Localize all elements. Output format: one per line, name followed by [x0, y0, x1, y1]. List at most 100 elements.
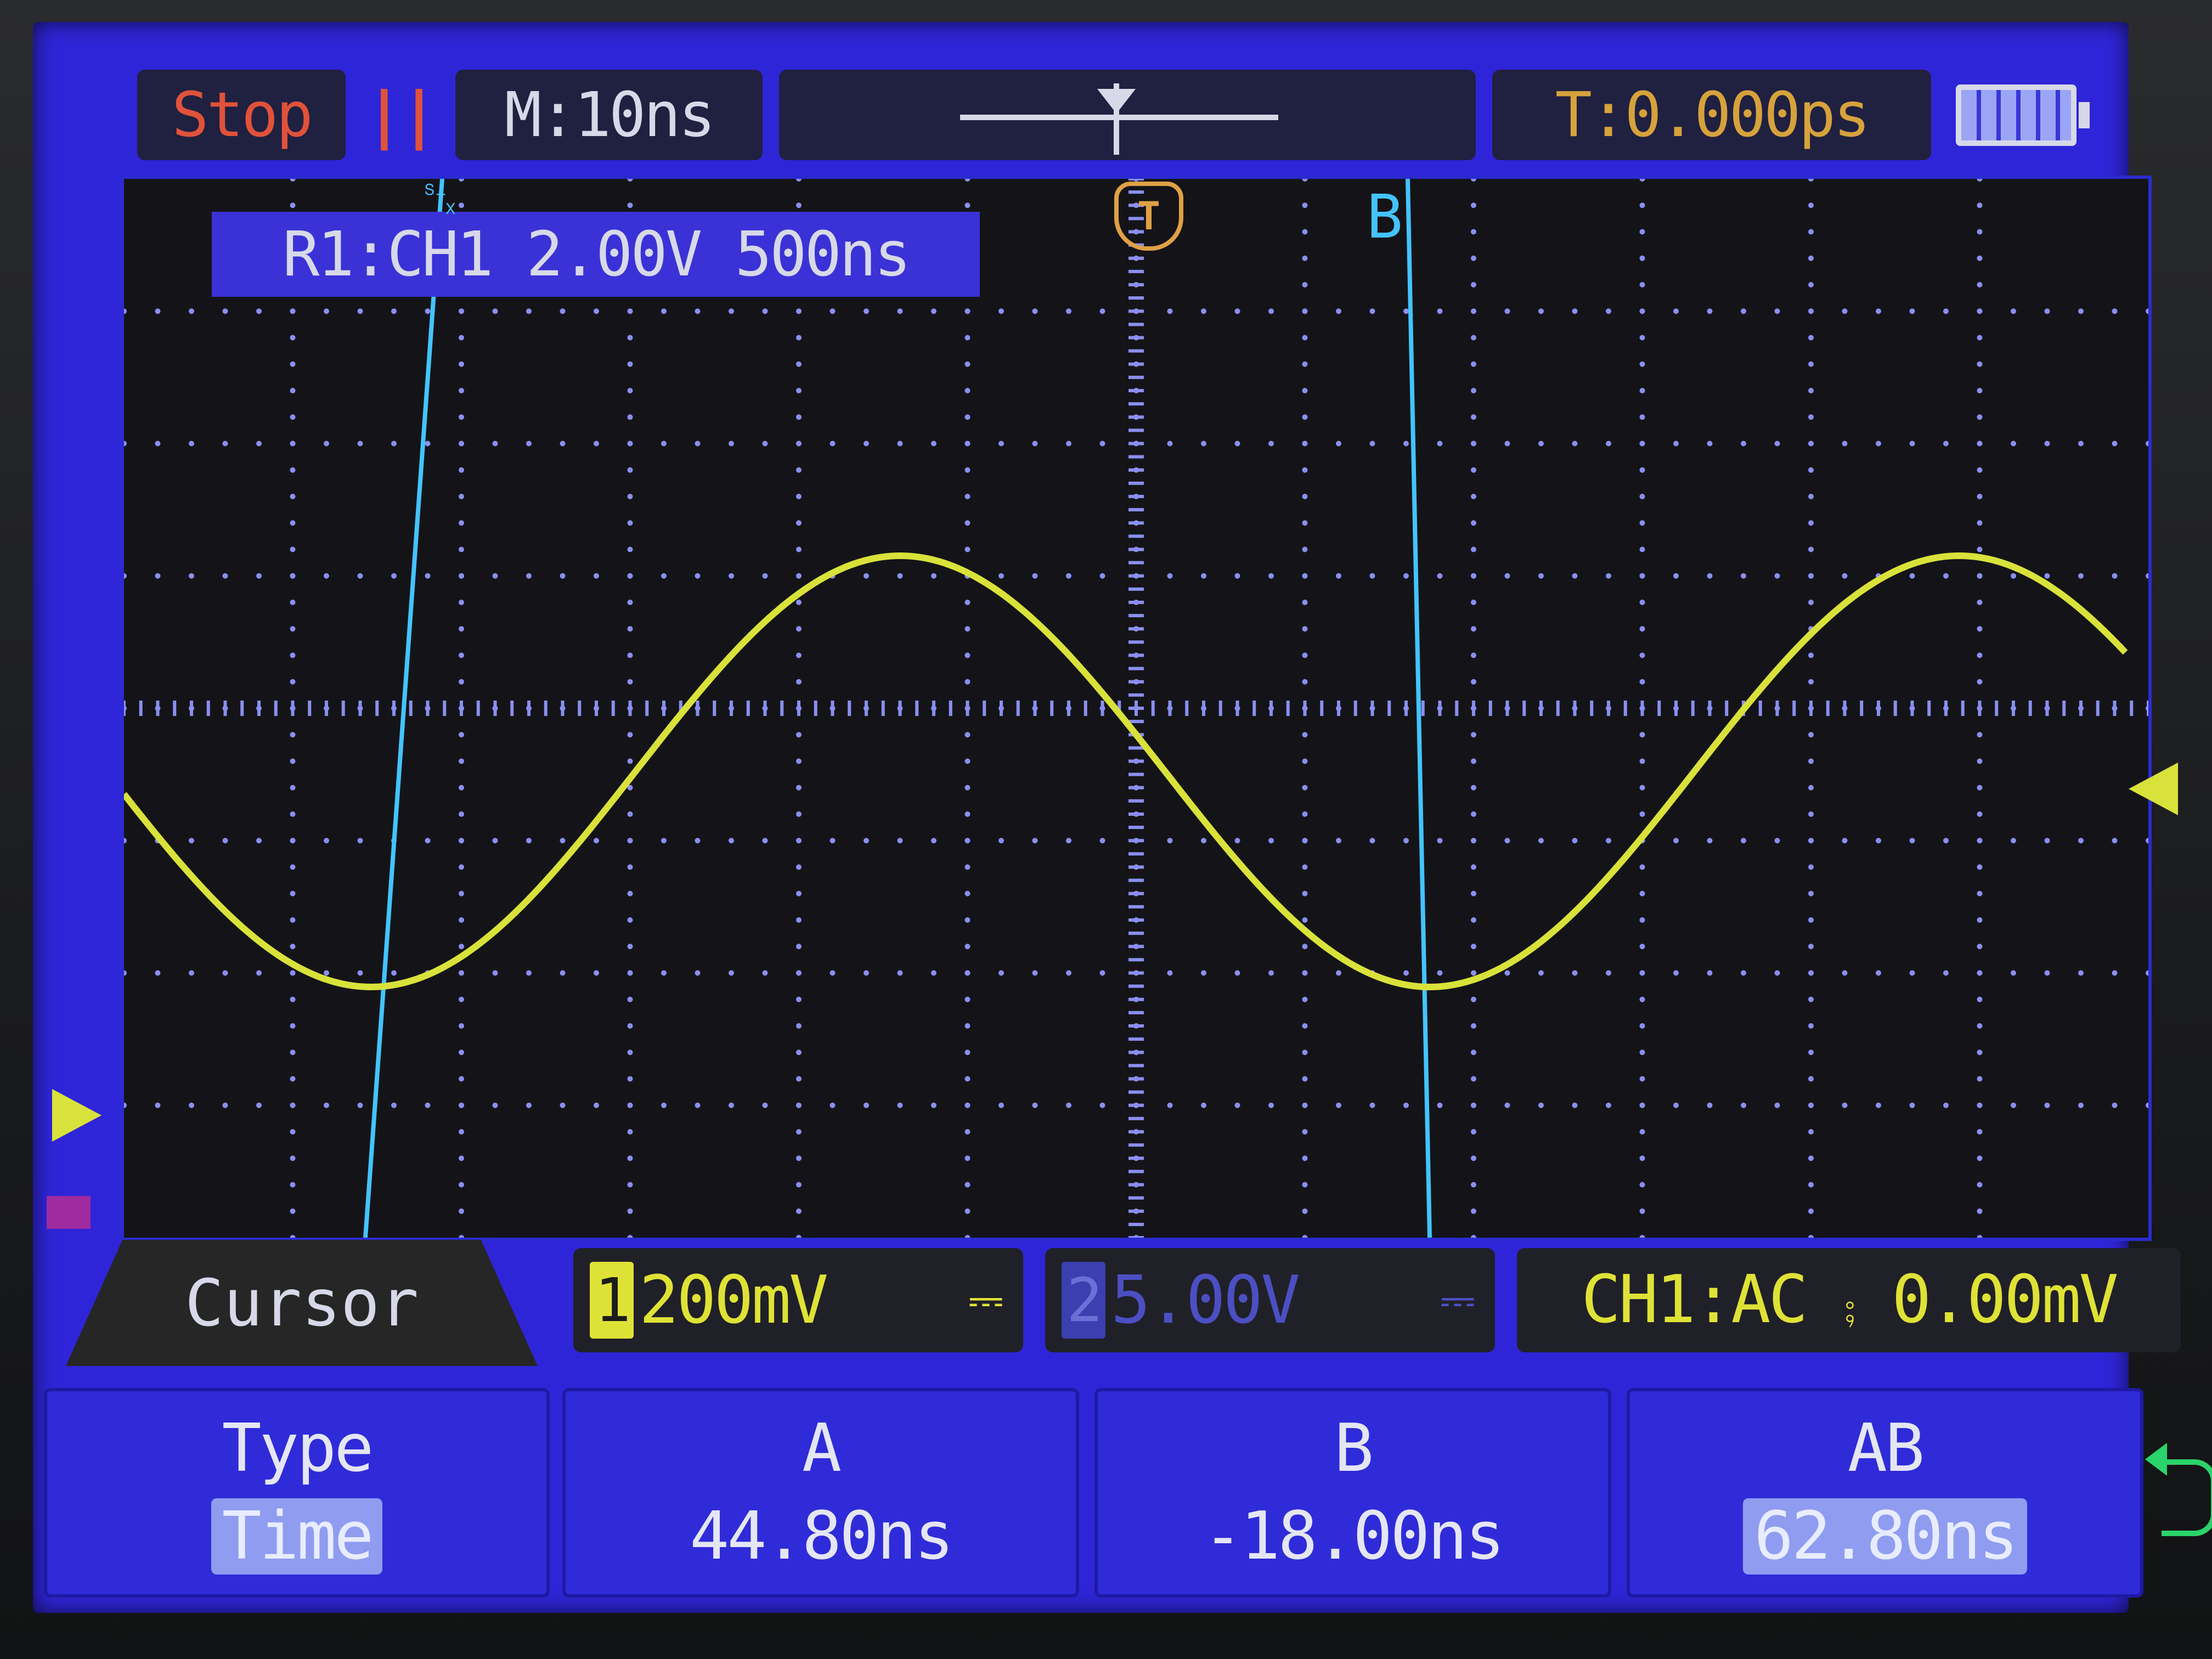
grid-dot — [1977, 1076, 1983, 1082]
timebase-readout[interactable]: M:10ns — [455, 70, 763, 160]
return-icon[interactable] — [2145, 1443, 2212, 1536]
grid-dot — [391, 573, 397, 579]
grid-dot — [897, 1102, 903, 1108]
axis-tick — [1387, 701, 1391, 716]
axis-tick — [1303, 701, 1307, 716]
grid-dot — [1808, 494, 1814, 499]
softkey-cursor-b[interactable]: B -18.00ns — [1094, 1388, 1611, 1598]
axis-tick — [1438, 701, 1442, 716]
grid-dot — [1201, 308, 1206, 314]
grid-dot — [1302, 494, 1308, 499]
grid-dot — [627, 996, 633, 1002]
grid-dot — [1471, 1155, 1476, 1161]
grid-dot — [1572, 573, 1578, 579]
softkey-cursor-ab[interactable]: AB 62.80ns — [1627, 1388, 2143, 1598]
ch2-ground-marker-icon[interactable] — [47, 1196, 91, 1229]
axis-tick — [1128, 1196, 1144, 1200]
grid-dot — [1977, 1208, 1983, 1214]
grid-dot — [1639, 467, 1645, 473]
grid-dot — [796, 1208, 802, 1214]
grid-dot — [459, 335, 464, 341]
grid-dot — [627, 679, 633, 685]
axis-tick — [1421, 701, 1425, 716]
grid-dot — [1504, 573, 1510, 579]
trigger-marker-icon[interactable]: T — [1114, 182, 1183, 251]
grid-dot — [1471, 1076, 1476, 1082]
grid-dot — [796, 626, 802, 632]
grid-dot — [1471, 1129, 1476, 1135]
grid-dot — [459, 520, 464, 526]
softkey-cursor-a[interactable]: A 44.80ns — [562, 1388, 1079, 1598]
run-stop-indicator[interactable]: Stop — [137, 70, 346, 160]
axis-tick — [1128, 1143, 1144, 1147]
grid-dot — [1032, 308, 1038, 314]
grid-dot — [290, 1182, 296, 1188]
grid-dot — [1977, 467, 1983, 473]
grid-dot — [931, 308, 936, 314]
axis-tick — [611, 701, 615, 716]
grid-dot — [1504, 1102, 1510, 1108]
grid-dot — [1943, 1102, 1949, 1108]
grid-dot — [796, 1129, 802, 1135]
axis-tick — [1128, 945, 1144, 949]
axis-tick — [1860, 701, 1864, 716]
grid-dot — [459, 1129, 464, 1135]
grid-dot — [1369, 1102, 1375, 1108]
grid-dot — [1302, 811, 1308, 817]
grid-dot — [1471, 864, 1476, 870]
grid-dot — [1471, 785, 1476, 791]
grid-dot — [1639, 1049, 1645, 1056]
ch1-ground-marker-icon[interactable] — [52, 1089, 101, 1142]
grid-dot — [2112, 573, 2118, 579]
grid-dot — [1302, 1208, 1308, 1214]
axis-tick — [1505, 701, 1509, 716]
softkey-a-value: 44.80ns — [690, 1498, 954, 1575]
ch2-scale: 5.00V — [1111, 1262, 1300, 1339]
grid-dot — [1977, 229, 1983, 235]
axis-tick — [1128, 1011, 1144, 1014]
grid-dot — [796, 179, 802, 182]
axis-tick — [1128, 415, 1144, 419]
axis-tick — [1101, 701, 1104, 716]
grid-dot — [1538, 838, 1544, 844]
grid-dot — [729, 573, 734, 579]
grid-dot — [627, 202, 633, 208]
grid-dot — [1673, 573, 1679, 579]
axis-tick — [763, 701, 767, 716]
grid-dot — [1302, 179, 1308, 182]
trigger-status[interactable]: CH1:AC ⨾ 0.00mV — [1517, 1248, 2181, 1352]
ch1-scale-box[interactable]: 1 200mV ⎓ — [573, 1248, 1023, 1352]
grid-dot — [560, 573, 566, 579]
waveform-display[interactable]: R1:CH1 2.00V 500ns ␂ B T — [121, 173, 2152, 1241]
axis-tick — [2062, 701, 2066, 716]
trigger-time-readout[interactable]: T:0.000ps — [1492, 70, 1931, 160]
grid-dot — [1302, 546, 1308, 552]
softkey-type[interactable]: Type Time — [44, 1388, 550, 1598]
grid-dot — [594, 573, 599, 579]
grid-dot — [1471, 1235, 1476, 1238]
grid-dot — [2011, 308, 2016, 314]
axis-tick — [341, 701, 345, 716]
grid-dot — [1808, 1129, 1814, 1135]
grid-dot — [964, 864, 970, 870]
trigger-level-marker-icon[interactable] — [2129, 763, 2178, 815]
grid-dot — [155, 970, 161, 976]
grid-dot — [1842, 1102, 1848, 1108]
reference-waveform-label: R1:CH1 2.00V 500ns — [212, 212, 980, 297]
grid-dot — [1808, 308, 1814, 314]
grid-dot — [1774, 1102, 1780, 1108]
axis-tick — [1944, 701, 1948, 716]
axis-tick — [1128, 984, 1144, 988]
grid-dot — [1437, 573, 1443, 579]
grid-dot — [1876, 838, 1881, 844]
grid-dot — [1808, 679, 1814, 685]
grid-dot — [290, 1049, 296, 1056]
grid-dot — [796, 944, 802, 950]
grid-dot — [796, 917, 802, 923]
grid-dot — [762, 308, 768, 314]
ch2-scale-box[interactable]: 2 5.00V ⎓ — [1045, 1248, 1495, 1352]
grid-dot — [290, 546, 296, 552]
grid-dot — [1538, 441, 1544, 447]
grid-dot — [2044, 441, 2050, 447]
grid-dot — [1977, 494, 1983, 499]
